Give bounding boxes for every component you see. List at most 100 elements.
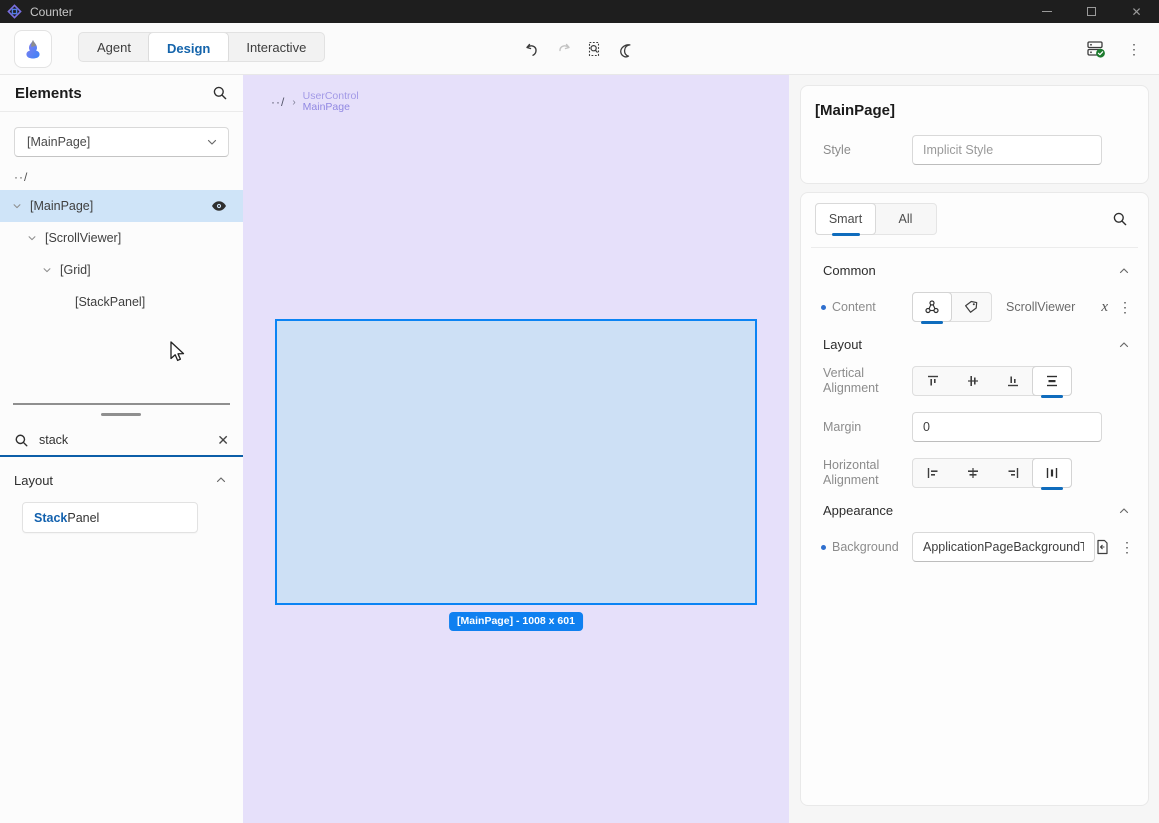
- layout-section-title: Layout: [823, 337, 862, 352]
- margin-input[interactable]: [912, 412, 1102, 442]
- horizontal-alignment-toggle: [912, 458, 1072, 488]
- horizontal-alignment-row: Horizontal Alignment: [815, 458, 1134, 488]
- app-logo-icon: [7, 4, 22, 19]
- tree-item-stackpanel[interactable]: [StackPanel]: [0, 286, 243, 318]
- artboard-mainpage[interactable]: [275, 319, 757, 605]
- minimize-icon: [1042, 11, 1052, 12]
- root-element-dropdown[interactable]: [MainPage]: [14, 127, 229, 157]
- content-value: ScrollViewer: [1006, 300, 1075, 314]
- tree-item-mainpage[interactable]: [MainPage]: [0, 190, 243, 222]
- chevron-down-icon[interactable]: [27, 233, 37, 243]
- redo-button[interactable]: [552, 38, 574, 60]
- tree-item-label: [MainPage]: [30, 199, 93, 213]
- brand-logo-button[interactable]: [14, 30, 52, 68]
- eye-icon[interactable]: [211, 200, 227, 212]
- valign-top-button[interactable]: [913, 367, 953, 395]
- canvas-breadcrumb-node[interactable]: UserControl MainPage: [303, 91, 359, 113]
- binding-x-icon[interactable]: x: [1101, 299, 1108, 316]
- toolbox-item-stackpanel[interactable]: StackPanel: [22, 502, 198, 533]
- zoom-to-selection-button[interactable]: [583, 38, 605, 60]
- elements-title: Elements: [15, 85, 82, 102]
- background-input[interactable]: [912, 532, 1095, 562]
- common-section-header[interactable]: Common: [815, 263, 1134, 278]
- vertical-alignment-label: Vertical Alignment: [815, 366, 912, 396]
- design-canvas[interactable]: ··/ › UserControl MainPage [MainPage] - …: [243, 75, 789, 823]
- content-label: Content: [832, 300, 876, 315]
- canvas-breadcrumb-root[interactable]: ··/: [271, 95, 285, 109]
- theme-toggle-moon-button[interactable]: [614, 38, 636, 60]
- valign-center-button[interactable]: [953, 367, 993, 395]
- align-right-icon: [1005, 465, 1021, 481]
- close-button[interactable]: ✕: [1114, 0, 1159, 23]
- content-mode-tag-button[interactable]: [951, 293, 991, 321]
- toolbox-search-input[interactable]: [39, 433, 217, 447]
- tab-smart[interactable]: Smart: [815, 203, 876, 235]
- content-mode-element-button[interactable]: [912, 292, 952, 322]
- background-label: Background: [832, 540, 899, 555]
- content-mode-toggle: [912, 292, 992, 322]
- tree-item-grid[interactable]: [Grid]: [0, 254, 243, 286]
- elements-breadcrumb[interactable]: ··/: [14, 170, 243, 184]
- blue-flame-icon: [21, 37, 45, 61]
- tree-item-scrollviewer[interactable]: [ScrollViewer]: [0, 222, 243, 254]
- selection-summary-card: [MainPage] Style: [800, 85, 1149, 184]
- layout-section-header[interactable]: Layout: [815, 337, 1134, 352]
- background-more-icon[interactable]: ⋮: [1120, 539, 1134, 556]
- tab-all[interactable]: All: [875, 204, 936, 234]
- appearance-section-header[interactable]: Appearance: [815, 503, 1134, 518]
- search-icon: [14, 433, 29, 448]
- elements-search-icon[interactable]: [212, 85, 228, 101]
- elements-header: Elements: [0, 75, 243, 112]
- clear-search-icon[interactable]: ✕: [217, 432, 229, 449]
- chevron-up-icon: [1118, 505, 1130, 517]
- maximize-button[interactable]: [1069, 0, 1114, 23]
- elements-panel: Elements [MainPage] ··/ [MainPage] [Scro…: [0, 75, 243, 823]
- more-menu-button[interactable]: ⋮: [1123, 38, 1145, 60]
- align-hcenter-icon: [965, 465, 981, 481]
- toolbox-item-match: Stack: [34, 511, 67, 525]
- halign-left-button[interactable]: [913, 459, 953, 487]
- tag-icon: [963, 299, 979, 315]
- tree-item-label: [ScrollViewer]: [45, 231, 121, 245]
- tree-item-label: [Grid]: [60, 263, 91, 277]
- divider: [811, 247, 1138, 248]
- undo-button[interactable]: [521, 38, 543, 60]
- appearance-section-title: Appearance: [823, 503, 893, 518]
- halign-right-button[interactable]: [993, 459, 1033, 487]
- vertical-alignment-toggle: [912, 366, 1072, 396]
- properties-search-icon[interactable]: [1112, 211, 1134, 227]
- halign-center-button[interactable]: [953, 459, 993, 487]
- data-source-status-button[interactable]: [1085, 38, 1107, 60]
- tab-agent[interactable]: Agent: [79, 33, 149, 61]
- canvas-breadcrumb-name: MainPage: [303, 102, 359, 113]
- margin-label: Margin: [815, 420, 912, 435]
- panel-splitter-handle[interactable]: [101, 413, 141, 416]
- properties-card: Smart All Common Content: [800, 192, 1149, 806]
- margin-row: Margin: [815, 412, 1134, 442]
- align-vcenter-icon: [965, 373, 981, 389]
- root-element-dropdown-value: [MainPage]: [27, 135, 90, 149]
- main-area: Elements [MainPage] ··/ [MainPage] [Scro…: [0, 75, 1159, 823]
- content-label-group: Content: [815, 300, 912, 315]
- valign-bottom-button[interactable]: [993, 367, 1033, 395]
- background-property-row: Background ⋮: [815, 532, 1134, 562]
- layout-category-header[interactable]: Layout: [0, 462, 243, 498]
- titlebar: Counter ✕: [0, 0, 1159, 23]
- halign-stretch-button[interactable]: [1032, 458, 1072, 488]
- canvas-breadcrumb-type: UserControl: [303, 91, 359, 102]
- resource-doc-icon[interactable]: [1095, 539, 1110, 555]
- content-more-icon[interactable]: ⋮: [1118, 299, 1132, 316]
- chevron-down-icon[interactable]: [42, 265, 52, 275]
- tab-interactive[interactable]: Interactive: [228, 33, 324, 61]
- properties-panel: [MainPage] Style Smart All Common: [789, 75, 1159, 823]
- stretch-vertical-icon: [1044, 373, 1060, 389]
- minimize-button[interactable]: [1024, 0, 1069, 23]
- window-title: Counter: [30, 5, 73, 19]
- tab-design[interactable]: Design: [148, 32, 229, 62]
- valign-stretch-button[interactable]: [1032, 366, 1072, 396]
- style-input[interactable]: [912, 135, 1102, 165]
- chevron-down-icon[interactable]: [12, 201, 22, 211]
- tree-item-label: [StackPanel]: [75, 295, 145, 309]
- mode-tabs: Agent Design Interactive: [78, 32, 325, 62]
- chevron-right-icon: ›: [292, 97, 295, 108]
